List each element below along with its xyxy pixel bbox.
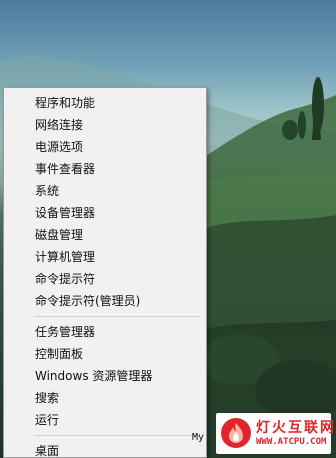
menu-separator — [35, 316, 200, 317]
menu-group-management: 任务管理器 控制面板 Windows 资源管理器 搜索 运行 — [4, 321, 206, 431]
menu-item-task-manager[interactable]: 任务管理器 — [4, 321, 206, 343]
menu-item-command-prompt-admin[interactable]: 命令提示符(管理员) — [4, 290, 206, 312]
winx-context-menu: 程序和功能 网络连接 电源选项 事件查看器 系统 设备管理器 磁盘管理 计算机管… — [3, 87, 207, 458]
desktop: 程序和功能 网络连接 电源选项 事件查看器 系统 设备管理器 磁盘管理 计算机管… — [0, 0, 336, 458]
menu-item-computer-management[interactable]: 计算机管理 — [4, 246, 206, 268]
menu-item-search[interactable]: 搜索 — [4, 387, 206, 409]
menu-item-programs-features[interactable]: 程序和功能 — [4, 92, 206, 114]
flame-logo-icon — [221, 418, 251, 448]
menu-item-system[interactable]: 系统 — [4, 180, 206, 202]
watermark-title: 灯火互联网 — [256, 420, 336, 436]
menu-group-desktop: 桌面 — [4, 440, 206, 458]
menu-item-network-connections[interactable]: 网络连接 — [4, 114, 206, 136]
menu-separator — [35, 435, 200, 436]
site-watermark: 灯火互联网 WWW.ATCPU.COM — [216, 413, 334, 454]
menu-item-run[interactable]: 运行 — [4, 409, 206, 431]
watermark-url: WWW.ATCPU.COM — [256, 437, 327, 447]
menu-item-control-panel[interactable]: 控制面板 — [4, 343, 206, 365]
desktop-partial-text: My — [192, 432, 205, 443]
menu-item-device-manager[interactable]: 设备管理器 — [4, 202, 206, 224]
menu-item-event-viewer[interactable]: 事件查看器 — [4, 158, 206, 180]
menu-item-command-prompt[interactable]: 命令提示符 — [4, 268, 206, 290]
menu-item-desktop[interactable]: 桌面 — [4, 440, 206, 458]
menu-group-system-tools: 程序和功能 网络连接 电源选项 事件查看器 系统 设备管理器 磁盘管理 计算机管… — [4, 88, 206, 312]
menu-item-windows-explorer[interactable]: Windows 资源管理器 — [4, 365, 206, 387]
menu-item-power-options[interactable]: 电源选项 — [4, 136, 206, 158]
menu-item-disk-management[interactable]: 磁盘管理 — [4, 224, 206, 246]
